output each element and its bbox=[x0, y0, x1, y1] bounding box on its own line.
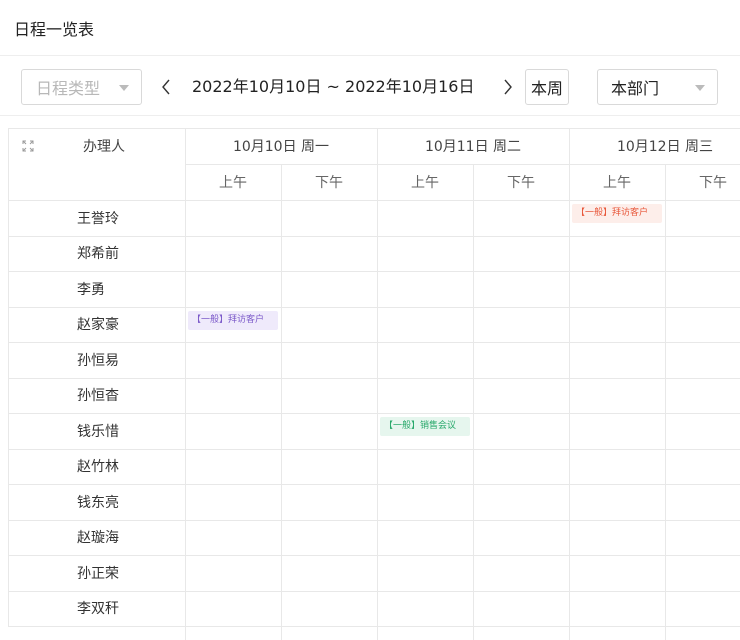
grid-col-divider bbox=[377, 128, 378, 640]
schedule-panel: 日程一览表 日程类型 2022年10月10日 ~ 2022年10月16日 本周 … bbox=[0, 0, 740, 640]
assignee-name: 王誉玲 bbox=[77, 210, 119, 227]
grid-row-divider bbox=[8, 413, 740, 414]
department-value: 本部门 bbox=[611, 79, 660, 98]
grid-col-divider bbox=[185, 128, 186, 640]
day-header: 10月12日 周三 bbox=[616, 139, 714, 155]
assignee-name: 孙恒易 bbox=[77, 352, 119, 369]
this-week-button[interactable]: 本周 bbox=[525, 69, 569, 105]
pm-header: 下午 bbox=[507, 175, 535, 191]
assignee-name: 李双秆 bbox=[77, 601, 119, 618]
department-select[interactable]: 本部门 bbox=[597, 69, 718, 105]
grid-row-divider bbox=[8, 555, 740, 556]
pm-header: 下午 bbox=[699, 175, 727, 191]
assignee-name: 孙恒杳 bbox=[77, 388, 119, 405]
assignee-name: 郑希前 bbox=[77, 246, 119, 263]
schedule-event[interactable]: 【一般】销售会议 bbox=[380, 417, 470, 436]
schedule-event[interactable]: 【一般】拜访客户 bbox=[572, 204, 662, 223]
assignee-name: 钱乐惜 bbox=[77, 423, 119, 440]
assignee-name: 赵璇海 bbox=[77, 530, 119, 547]
grid-row-divider bbox=[185, 164, 740, 165]
assignee-name: 李勇 bbox=[77, 281, 105, 298]
grid-col-divider bbox=[665, 164, 666, 640]
grid-col-divider bbox=[569, 128, 570, 640]
grid-row-divider bbox=[8, 590, 740, 592]
assignee-column-header: 办理人 bbox=[83, 139, 125, 155]
assignee-name: 钱东亮 bbox=[77, 494, 119, 511]
chevron-right-icon bbox=[504, 79, 512, 95]
caret-down-icon bbox=[695, 85, 705, 91]
chevron-left-icon bbox=[162, 79, 170, 95]
pm-header: 下午 bbox=[315, 175, 343, 191]
page-title: 日程一览表 bbox=[14, 19, 95, 39]
schedule-event[interactable]: 【一般】拜访客户 bbox=[188, 310, 278, 330]
toolbar-divider bbox=[0, 115, 740, 116]
grid-row-divider bbox=[8, 484, 740, 485]
grid-col-divider bbox=[8, 128, 9, 626]
grid-col-divider bbox=[473, 164, 474, 640]
day-header: 10月11日 周二 bbox=[424, 139, 522, 155]
grid-row-divider bbox=[8, 271, 740, 272]
am-header: 上午 bbox=[603, 175, 631, 191]
caret-down-icon bbox=[119, 85, 129, 91]
grid-row-divider bbox=[8, 306, 740, 308]
am-header: 上午 bbox=[219, 175, 247, 191]
schedule-type-select[interactable]: 日程类型 bbox=[21, 69, 142, 105]
grid-row-divider bbox=[8, 377, 740, 379]
am-header: 上午 bbox=[411, 175, 439, 191]
day-header: 10月10日 周一 bbox=[232, 139, 330, 155]
grid-row-divider bbox=[8, 448, 740, 450]
grid-row-divider bbox=[8, 626, 740, 627]
grid-row-divider bbox=[8, 128, 740, 129]
grid-row-divider bbox=[8, 200, 740, 201]
date-range: 2022年10月10日 ~ 2022年10月16日 bbox=[192, 77, 475, 96]
grid-col-divider bbox=[281, 164, 282, 640]
assignee-name: 赵家豪 bbox=[77, 317, 119, 334]
grid-row-divider bbox=[8, 519, 740, 521]
schedule-type-placeholder: 日程类型 bbox=[36, 79, 101, 98]
grid-row-divider bbox=[8, 235, 740, 237]
prev-week-button[interactable] bbox=[157, 69, 175, 105]
assignee-name: 赵竹林 bbox=[77, 459, 119, 476]
expand-icon[interactable] bbox=[22, 140, 34, 152]
assignee-name: 孙正荣 bbox=[77, 565, 119, 582]
next-week-button[interactable] bbox=[499, 69, 517, 105]
grid-row-divider bbox=[8, 342, 740, 343]
panel-header: 日程一览表 bbox=[0, 0, 740, 56]
toolbar: 日程类型 2022年10月10日 ~ 2022年10月16日 本周 本部门 bbox=[0, 69, 740, 105]
